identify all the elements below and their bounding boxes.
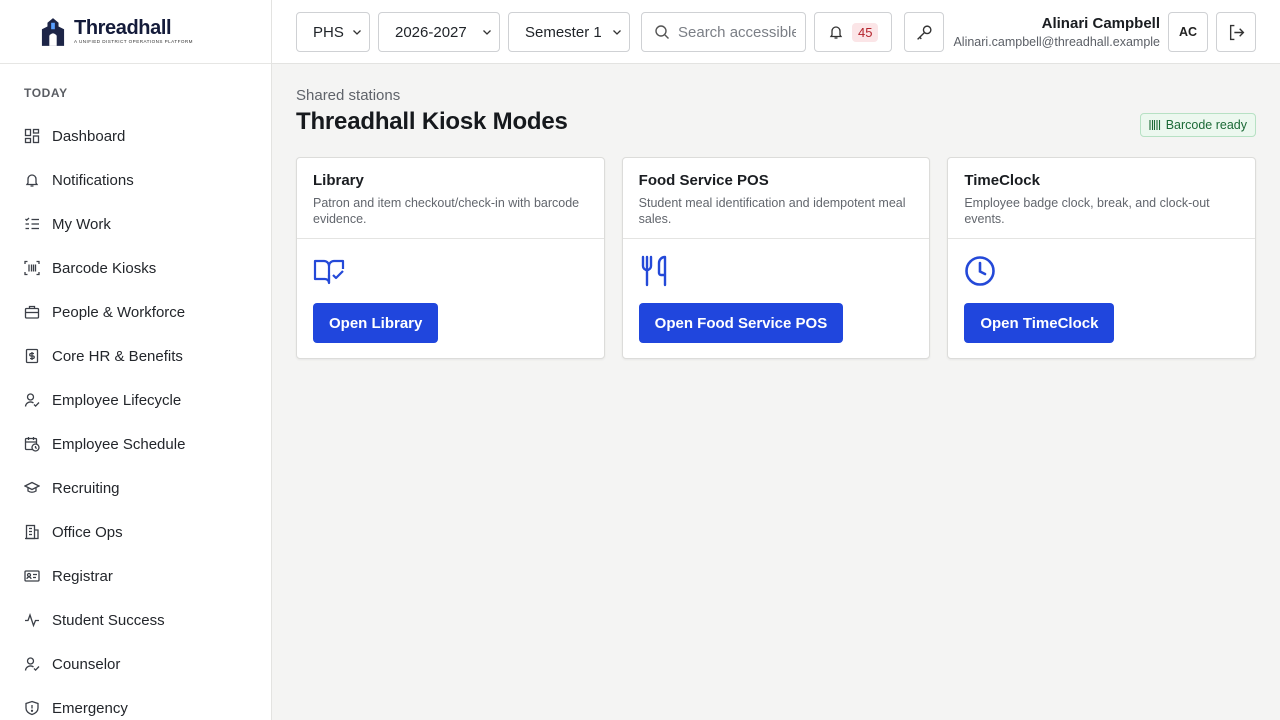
avatar[interactable]: AC [1168,12,1208,52]
sidebar-item-label: Employee Lifecycle [52,391,182,409]
sidebar-item-student-success[interactable]: Student Success [0,598,271,642]
school-select[interactable]: PHS [296,12,370,52]
bell-icon [829,26,843,39]
status-badge-label: Barcode ready [1165,118,1247,132]
open-food-service-pos-button[interactable]: Open Food Service POS [638,303,844,343]
brand-logo[interactable]: Threadhall A unified district operations… [0,0,271,64]
id-card-icon [24,568,40,584]
kiosk-card-timeclock: TimeClock Employee badge clock, break, a… [947,157,1257,359]
year-select[interactable]: 2026-2027 [378,12,500,52]
page-title: Threadhall Kiosk Modes [296,108,568,135]
card-title: TimeClock [964,172,1040,189]
status-badge: Barcode ready [1139,113,1256,137]
key-button[interactable] [904,12,944,52]
kiosk-card-food-service-pos: Food Service POS Student meal identifica… [621,157,931,359]
key-icon [916,24,932,40]
sidebar-item-label: Employee Schedule [52,435,186,453]
kiosk-cards: Library Patron and item checkout/check-i… [296,157,1257,359]
barcode-scan-icon [24,260,40,276]
sidebar-item-label: People & Workforce [52,303,186,321]
shield-icon [24,700,40,716]
sidebar-item-label: My Work [52,215,111,233]
logout-icon [1229,24,1244,40]
kiosk-card-library: Library Patron and item checkout/check-i… [296,157,605,359]
sidebar-item-registrar[interactable]: Registrar [0,554,271,598]
sidebar-item-label: Student Success [52,611,165,629]
book-check-icon [313,255,345,287]
chevron-down-icon [483,30,491,35]
barcode-icon [1149,120,1160,130]
sidebar-item-dashboard[interactable]: Dashboard [0,114,271,158]
sidebar-item-office-ops[interactable]: Office Ops [0,510,271,554]
topbar: PHS 2026-2027 Semester 1 45 Alinari Camp… [272,0,1280,64]
card-title: Food Service POS [638,172,769,189]
user-check-icon [24,656,40,672]
building-icon [24,524,40,540]
logout-button[interactable] [1216,12,1256,52]
sidebar-item-label: Recruiting [52,479,120,497]
year-select-value: 2026-2027 [395,23,467,41]
dollar-document-icon [24,348,40,364]
term-select-value: Semester 1 [525,23,602,41]
sidebar-item-my-work[interactable]: My Work [0,202,271,246]
sidebar-section-label: TODAY [24,86,68,100]
user-info: Alinari Campbell Alinari.campbell@thread… [953,15,1160,49]
open-timeclock-button[interactable]: Open TimeClock [964,303,1115,343]
sidebar-item-label: Emergency [52,699,128,717]
sidebar-item-emergency[interactable]: Emergency [0,686,271,720]
sidebar-item-notifications[interactable]: Notifications [0,158,271,202]
school-select-value: PHS [313,23,344,41]
card-description: Student meal identification and idempote… [638,196,906,226]
sidebar-item-core-hr-benefits[interactable]: Core HR & Benefits [0,334,271,378]
chevron-down-icon [353,30,361,35]
notifications-button[interactable]: 45 [814,12,892,52]
utensils-icon [639,255,671,287]
chevron-down-icon [613,30,621,35]
brand-name: Threadhall [74,17,172,40]
main-content: Shared stations Threadhall Kiosk Modes B… [296,64,1257,359]
user-name: Alinari Campbell [1041,15,1160,32]
sidebar-item-employee-lifecycle[interactable]: Employee Lifecycle [0,378,271,422]
notification-count-badge: 45 [852,22,879,42]
sidebar: Threadhall A unified district operations… [0,0,272,720]
sidebar-item-label: Dashboard [52,127,126,145]
search-icon [655,25,669,39]
card-title: Library [313,172,364,189]
calendar-clock-icon [24,436,40,452]
open-library-button[interactable]: Open Library [313,303,439,343]
briefcase-icon [24,304,40,320]
sidebar-item-label: Core HR & Benefits [52,347,183,365]
search-box[interactable] [641,12,806,52]
sidebar-item-people-workforce[interactable]: People & Workforce [0,290,271,334]
page-eyebrow: Shared stations [296,87,401,104]
sidebar-item-label: Barcode Kiosks [52,259,157,277]
sidebar-item-barcode-kiosks[interactable]: Barcode Kiosks [0,246,271,290]
card-description: Employee badge clock, break, and clock-o… [964,196,1210,226]
sidebar-item-employee-schedule[interactable]: Employee Schedule [0,422,271,466]
sidebar-item-counselor[interactable]: Counselor [0,642,271,686]
sidebar-item-label: Office Ops [52,523,123,541]
list-check-icon [24,216,40,232]
sidebar-nav: Dashboard Notifications My Work Barcode … [0,114,271,720]
sidebar-item-label: Notifications [52,171,134,189]
sidebar-item-label: Counselor [52,655,121,673]
user-email: Alinari.campbell@threadhall.example [953,35,1160,49]
sidebar-item-label: Registrar [52,567,113,585]
dashboard-icon [24,128,40,144]
bell-icon [24,172,40,188]
user-check-icon [24,392,40,408]
clock-icon [964,255,996,287]
card-description: Patron and item checkout/check-in with b… [313,196,580,226]
activity-icon [24,612,40,628]
threadhall-logo-icon [40,16,66,48]
term-select[interactable]: Semester 1 [508,12,630,52]
brand-tagline: A unified district operations platform [74,39,193,45]
sidebar-item-recruiting[interactable]: Recruiting [0,466,271,510]
graduation-cap-icon [24,480,40,496]
search-input[interactable] [678,23,796,41]
